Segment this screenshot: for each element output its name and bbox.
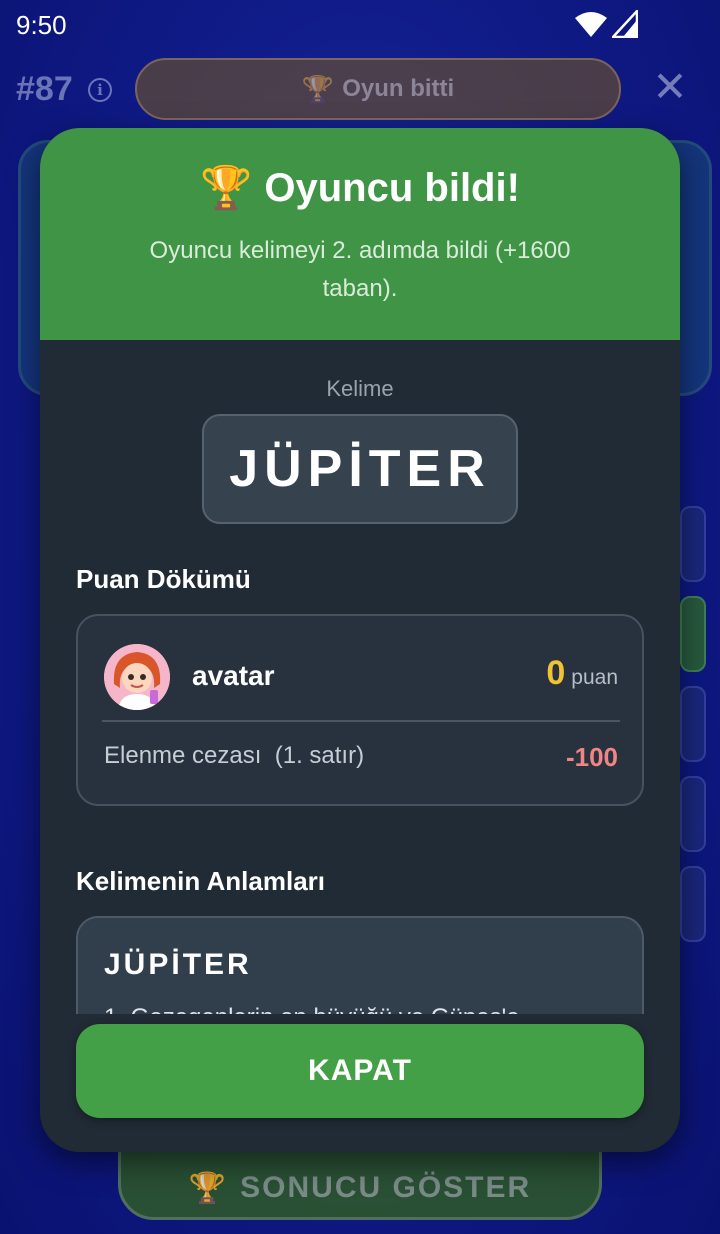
- meanings-section-title: Kelimenin Anlamları: [76, 866, 325, 896]
- wifi-icon: [575, 12, 607, 37]
- points-unit: puan: [571, 666, 618, 689]
- game-header: #87 i 🏆 Oyun bitti ✕: [0, 52, 720, 128]
- player-name: avatar: [192, 660, 275, 691]
- signal-icon: [612, 10, 638, 38]
- modal-header: 🏆 Oyuncu bildi! Oyuncu kelimeyi 2. adımd…: [40, 128, 680, 340]
- player-points: 0 puan: [546, 654, 618, 693]
- penalty-value: -100: [565, 742, 618, 772]
- status-bar: 9:50: [0, 0, 720, 50]
- show-result-label: SONUCU GÖSTER: [240, 1171, 532, 1204]
- modal-title: 🏆 Oyuncu bildi!: [40, 164, 680, 213]
- divider: [102, 720, 620, 722]
- trophy-icon: 🏆: [188, 1171, 227, 1205]
- status-time: 9:50: [16, 10, 67, 40]
- close-button[interactable]: KAPAT: [76, 1024, 644, 1118]
- answer-word: JÜPİTER: [229, 440, 491, 498]
- info-icon[interactable]: i: [88, 78, 112, 102]
- modal-title-text: Oyuncu bildi!: [264, 166, 520, 210]
- answer-word-box: JÜPİTER: [202, 414, 518, 524]
- result-modal: 🏆 Oyuncu bildi! Oyuncu kelimeyi 2. adımd…: [40, 128, 680, 1152]
- meaning-word: JÜPİTER: [104, 948, 252, 981]
- score-card: avatar 0 puan Elenme cezası (1. satır) -…: [76, 614, 644, 806]
- avatar-image: [104, 644, 170, 710]
- close-button-label: KAPAT: [308, 1054, 412, 1087]
- modal-subtitle: Oyuncu kelimeyi 2. adımda bildi (+1600 t…: [149, 237, 571, 302]
- score-section-title: Puan Dökümü: [76, 564, 251, 594]
- penalty-label: Elenme cezası (1. satır): [104, 742, 365, 769]
- trophy-icon: 🏆: [200, 164, 253, 211]
- word-caption: Kelime: [326, 376, 394, 401]
- game-status-pill: 🏆 Oyun bitti: [135, 58, 621, 120]
- side-button: [680, 866, 706, 942]
- side-button: [680, 596, 706, 672]
- close-icon[interactable]: ✕: [650, 66, 690, 108]
- side-button: [680, 506, 706, 582]
- game-number: #87: [16, 70, 73, 108]
- trophy-icon: 🏆: [301, 73, 335, 104]
- game-status-label: Oyun bitti: [342, 75, 455, 102]
- side-button: [680, 686, 706, 762]
- points-value: 0: [546, 654, 566, 692]
- side-button: [680, 776, 706, 852]
- avatar: [104, 644, 170, 710]
